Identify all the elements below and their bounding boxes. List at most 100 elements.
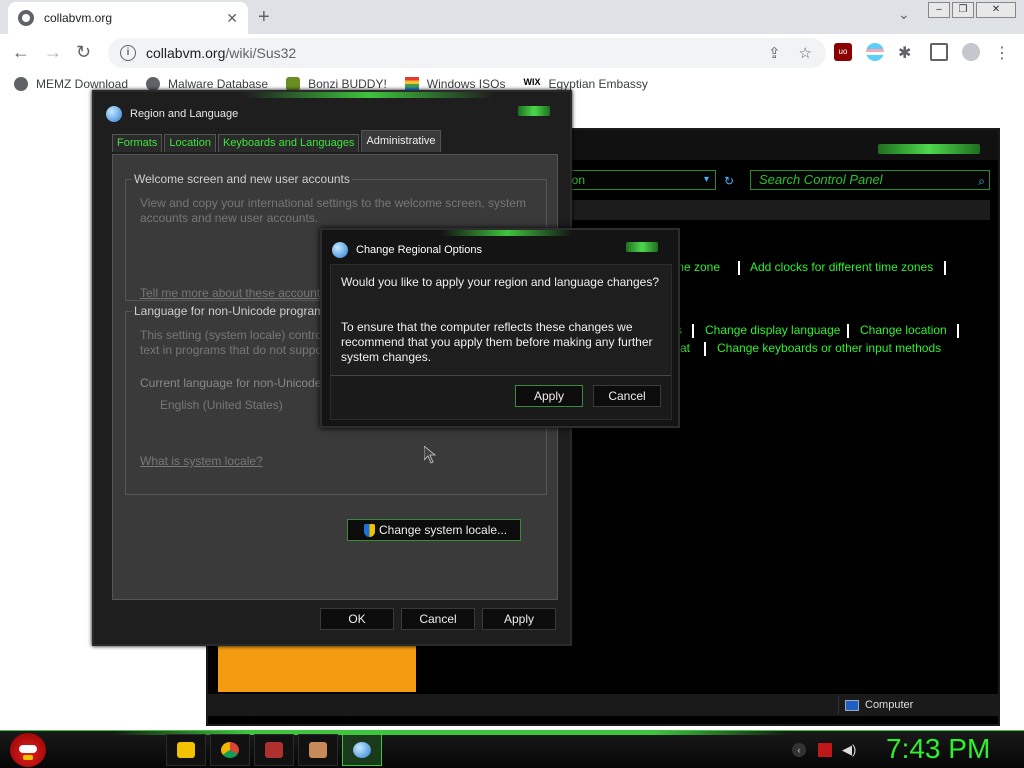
ok-button[interactable]: OK bbox=[320, 608, 394, 630]
link-change-display-language[interactable]: Change display language bbox=[705, 323, 840, 337]
titlebar-glow bbox=[442, 230, 572, 236]
url-path: /wiki/Sus32 bbox=[225, 45, 297, 61]
forward-arrow-icon[interactable]: → bbox=[44, 42, 62, 63]
share-icon[interactable]: ⇪ bbox=[768, 44, 781, 62]
dialog-body: Would you like to apply your region and … bbox=[330, 264, 672, 420]
tab-administrative[interactable]: Administrative bbox=[361, 130, 441, 152]
confirm-question: Would you like to apply your region and … bbox=[341, 275, 659, 289]
status-computer: Computer bbox=[838, 696, 988, 714]
group-label: Language for non-Unicode programs bbox=[132, 304, 333, 318]
taskbar-chrome[interactable] bbox=[210, 734, 250, 766]
side-panel-icon[interactable] bbox=[930, 43, 948, 61]
browser-toolbar: ← → ↻ i collabvm.org /wiki/Sus32 ⇪ ☆ uo … bbox=[0, 34, 1024, 72]
control-panel-window-controls[interactable] bbox=[878, 144, 980, 154]
taskbar-clock[interactable]: 7:43 PM bbox=[886, 733, 990, 765]
apply-button[interactable]: Apply bbox=[482, 608, 556, 630]
link-time-zone[interactable]: me zone bbox=[674, 260, 720, 274]
globe-icon bbox=[332, 242, 348, 258]
mouse-cursor-icon bbox=[424, 446, 436, 464]
globe-icon bbox=[106, 106, 122, 122]
windows-flag-icon bbox=[404, 77, 419, 91]
apply-button[interactable]: Apply bbox=[515, 385, 583, 407]
show-hidden-icons-icon[interactable]: ‹ bbox=[792, 743, 806, 757]
wix-icon: WIX bbox=[523, 77, 541, 87]
bookmark-bonzi[interactable]: Bonzi BUDDY! bbox=[286, 77, 387, 91]
taskbar-control-panel[interactable] bbox=[254, 734, 294, 766]
site-info-icon[interactable]: i bbox=[120, 45, 136, 61]
bookmark-memz[interactable]: MEMZ Download bbox=[14, 77, 128, 91]
globe-icon bbox=[18, 10, 34, 26]
close-window-icon[interactable]: ✕ bbox=[976, 2, 1016, 18]
search-placeholder: Search Control Panel bbox=[759, 172, 883, 187]
link-add-clocks[interactable]: Add clocks for different time zones bbox=[750, 260, 933, 274]
explorer-folder-icon bbox=[177, 742, 195, 758]
tab-title: collabvm.org bbox=[44, 11, 113, 25]
taskbar-region-language[interactable] bbox=[342, 734, 382, 766]
bookmark-windows-isos[interactable]: Windows ISOs bbox=[404, 77, 505, 91]
tab-strip: Formats Location Keyboards and Languages… bbox=[112, 130, 441, 152]
computer-monitor-icon bbox=[845, 699, 859, 711]
dialog-title: Change Regional Options bbox=[356, 244, 482, 256]
browser-tabstrip: collabvm.org ✕ + ⌄ – ❐ ✕ bbox=[0, 0, 1024, 34]
ublock-icon[interactable]: uo bbox=[834, 43, 852, 61]
cancel-button[interactable]: Cancel bbox=[593, 385, 661, 407]
back-arrow-icon[interactable]: ← bbox=[12, 42, 30, 63]
close-icon[interactable] bbox=[626, 242, 658, 252]
browser-tab[interactable]: collabvm.org ✕ bbox=[8, 2, 248, 34]
trans-flag-extension-icon[interactable] bbox=[866, 43, 884, 61]
close-icon[interactable] bbox=[518, 106, 550, 116]
taskbar-explorer[interactable] bbox=[166, 734, 206, 766]
globe-icon bbox=[14, 77, 28, 91]
tab-keyboards-languages[interactable]: Keyboards and Languages bbox=[217, 134, 360, 152]
control-panel-search-input[interactable]: Search Control Panel ⌕ bbox=[750, 170, 990, 190]
minimize-icon[interactable]: – bbox=[928, 2, 950, 18]
reload-icon[interactable]: ↻ bbox=[76, 42, 91, 63]
tab-search-chevron-down-icon[interactable]: ⌄ bbox=[898, 6, 910, 23]
link-separator bbox=[704, 342, 706, 356]
tab-location[interactable]: Location bbox=[164, 134, 216, 152]
bookmark-label: Malware Database bbox=[168, 77, 269, 91]
taskbar-app[interactable] bbox=[298, 734, 338, 766]
cancel-button[interactable]: Cancel bbox=[401, 608, 475, 630]
uac-shield-icon bbox=[364, 523, 375, 537]
change-system-locale-button[interactable]: Change system locale... bbox=[347, 519, 521, 541]
new-tab-button[interactable]: + bbox=[258, 6, 270, 29]
dialog-title: Region and Language bbox=[130, 108, 239, 120]
profile-avatar[interactable] bbox=[962, 43, 980, 61]
link-fragment-at[interactable]: at bbox=[680, 341, 690, 355]
bookmark-egyptian-embassy[interactable]: WIX Egyptian Embassy bbox=[523, 77, 647, 91]
link-separator bbox=[944, 261, 946, 275]
confirm-recommendation: To ensure that the computer reflects the… bbox=[341, 320, 653, 364]
chrome-icon bbox=[221, 742, 239, 758]
address-bar[interactable]: i collabvm.org /wiki/Sus32 ⇪ ☆ bbox=[108, 38, 826, 68]
bookmark-label: MEMZ Download bbox=[36, 77, 129, 91]
extensions-puzzle-icon[interactable]: ✱ bbox=[898, 43, 916, 62]
bookmark-malware-database[interactable]: Malware Database bbox=[146, 77, 268, 91]
tab-close-icon[interactable]: ✕ bbox=[226, 10, 238, 27]
refresh-icon[interactable]: ↻ bbox=[724, 174, 734, 188]
dropdown-arrow-icon[interactable]: ▾ bbox=[704, 171, 709, 189]
titlebar-glow bbox=[244, 92, 494, 98]
link-change-location[interactable]: Change location bbox=[860, 323, 947, 337]
link-separator bbox=[692, 324, 694, 338]
tab-formats[interactable]: Formats bbox=[112, 134, 163, 152]
bookmark-label: Egyptian Embassy bbox=[548, 77, 648, 91]
restore-icon[interactable]: ❐ bbox=[952, 2, 974, 18]
control-panel-address-bar[interactable]: ion ▾ bbox=[566, 170, 716, 190]
link-separator bbox=[847, 324, 849, 338]
taskbar: ‹ ◀) 7:43 PM bbox=[0, 730, 1024, 768]
start-button-angry-bird-icon[interactable] bbox=[10, 733, 46, 767]
region-language-icon bbox=[353, 742, 371, 758]
link-change-keyboards[interactable]: Change keyboards or other input methods bbox=[717, 341, 941, 355]
bookmark-star-icon[interactable]: ☆ bbox=[799, 44, 812, 62]
url-domain: collabvm.org bbox=[146, 45, 226, 61]
search-icon[interactable]: ⌕ bbox=[978, 172, 985, 190]
browser-menu-icon[interactable]: ⋮ bbox=[994, 43, 1010, 62]
link-separator bbox=[738, 261, 740, 275]
system-locale-help-link[interactable]: What is system locale? bbox=[140, 454, 263, 468]
extensions-area: uo ✱ ⋮ bbox=[834, 43, 1010, 62]
volume-icon[interactable]: ◀) bbox=[842, 743, 856, 757]
action-center-flag-icon[interactable] bbox=[818, 743, 832, 757]
accounts-help-link[interactable]: Tell me more about these accounts bbox=[140, 286, 326, 300]
link-separator bbox=[957, 324, 959, 338]
